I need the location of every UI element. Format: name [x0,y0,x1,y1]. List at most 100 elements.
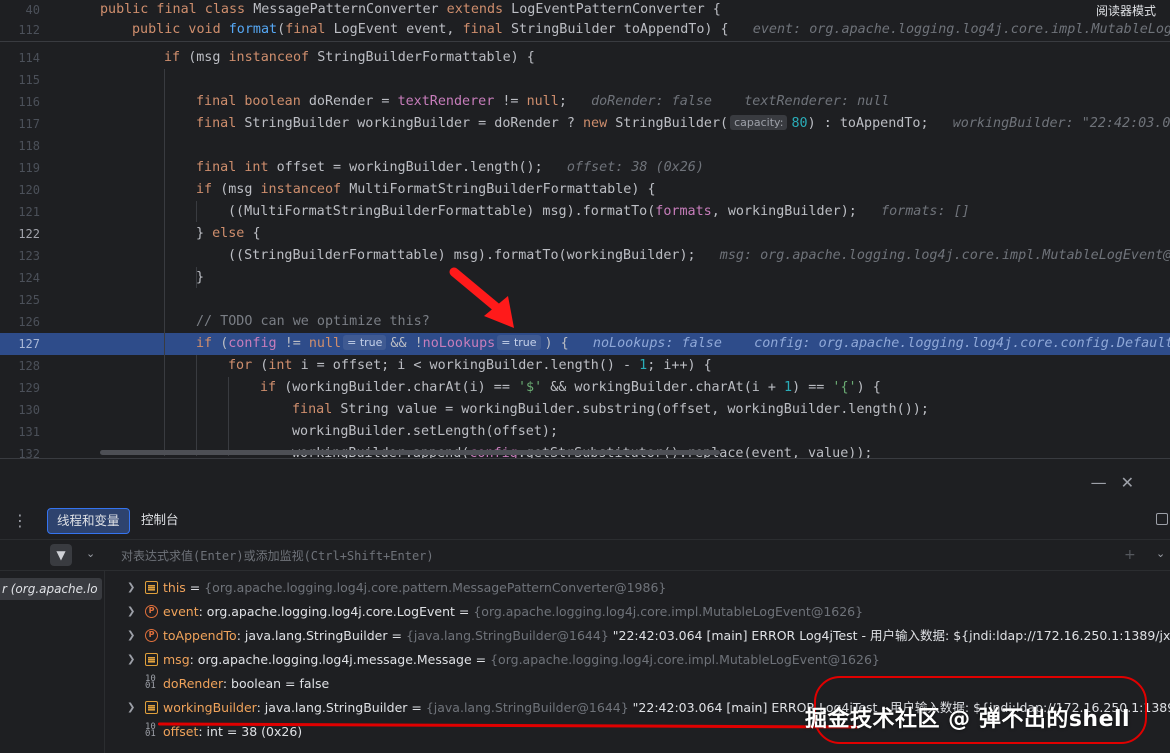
tab-console[interactable]: 控制台 [132,508,188,534]
code-token: else [212,226,253,241]
line-number[interactable]: 114 [0,47,40,69]
code-token: textRenderer [397,94,503,109]
code-text: } [196,267,204,289]
code-text: if (msg instanceof StringBuilderFormatta… [164,47,535,69]
line-number[interactable]: 117 [0,113,40,135]
horizontal-scrollbar[interactable] [100,450,720,455]
code-line[interactable]: 130 final String value = workingBuilder.s… [0,399,1170,421]
line-number[interactable]: 127 [0,333,40,355]
code-line[interactable]: 128 for (int i = offset; i < workingBuild… [0,355,1170,377]
line-number[interactable]: 130 [0,399,40,421]
line-number[interactable]: 122 [0,223,40,245]
variable-type: : int [198,724,223,739]
code-token: ) { [856,380,881,395]
variable-row-event[interactable]: ❯ Pevent: org.apache.logging.log4j.core.L… [105,600,1170,624]
code-token: StringBuilder( [615,116,729,131]
code-line[interactable]: 40 public final class MessagePatternConve… [0,0,1170,20]
code-token: != [284,336,309,351]
code-line[interactable]: 117 final StringBuilder workingBuilder = … [0,113,1170,135]
object-reference: {java.lang.StringBuilder@1644} [425,700,633,715]
reader-mode-toggle[interactable]: 阅读器模式 [1096,2,1156,19]
line-number[interactable]: 128 [0,355,40,377]
line-number[interactable]: 116 [0,91,40,113]
code-editor[interactable]: 阅读器模式 40 public final class MessagePatter… [0,0,1170,458]
selected-stack-frame[interactable]: r (org.apache.lo [0,578,102,600]
code-line[interactable]: 119 final int offset = workingBuilder.len… [0,157,1170,179]
line-number[interactable]: 119 [0,157,40,179]
code-token: formats [655,204,712,219]
line-number[interactable]: 112 [0,20,40,40]
code-line[interactable]: 125 [0,289,1170,311]
line-number[interactable]: 118 [0,135,40,157]
layout-icon[interactable] [1156,513,1168,525]
add-watch-icon[interactable]: + [1124,547,1136,563]
line-number[interactable]: 124 [0,267,40,289]
code-token: (workingBuilder.charAt(i) == [284,380,518,395]
code-text: workingBuilder.setLength(offset); [292,421,558,443]
expand-chevron-icon[interactable]: ❯ [127,576,135,600]
line-number[interactable]: 40 [0,0,40,20]
code-line[interactable]: 116 final boolean doRender = textRenderer… [0,91,1170,113]
line-number[interactable]: 121 [0,201,40,223]
line-number[interactable]: 131 [0,421,40,443]
tab-threads-variables[interactable]: 线程和变量 [47,508,130,534]
code-token: final [462,22,511,37]
code-line[interactable]: 124} [0,267,1170,289]
field-icon [145,701,158,714]
code-line[interactable]: 123 ((StringBuilderFormattable) msg).form… [0,245,1170,267]
code-line[interactable]: 131 workingBuilder.setLength(offset); [0,421,1170,443]
expand-chevron-icon[interactable]: ❯ [127,696,135,720]
code-line[interactable]: 129 if (workingBuilder.charAt(i) == '$' &… [0,377,1170,399]
code-token: && ! [390,336,423,351]
code-line[interactable]: 118 [0,135,1170,157]
watermark: 掘金技术社区 @ 弹不出的shell [805,707,1131,732]
inlay-hint: = true [497,335,541,350]
code-line[interactable]: 120 if (msg instanceof MultiFormatStringB… [0,179,1170,201]
code-line-execution-point[interactable]: 127 if (config != null = true && !noLookups… [0,333,1170,355]
evaluate-expression-input[interactable] [112,544,1112,568]
variable-row-msg[interactable]: ❯ msg: org.apache.logging.log4j.message.M… [105,648,1170,672]
equals-sign: = [185,580,205,595]
variable-value: false [299,676,330,691]
chevron-down-icon[interactable]: ⌄ [1156,547,1165,560]
debug-value-hint: doRender: false textRenderer: null [591,94,890,109]
line-number[interactable]: 120 [0,179,40,201]
expand-chevron-icon[interactable]: ❯ [127,600,135,624]
code-line[interactable]: 114 if (msg instanceof StringBuilderForma… [0,47,1170,69]
code-token: LogEventPatternConverter { [511,2,721,17]
code-line[interactable]: 115 [0,69,1170,91]
more-options-icon[interactable]: ⋮ [12,511,28,530]
variable-value: 38 (0x26) [241,724,303,739]
object-reference: {org.apache.logging.log4j.core.impl.Muta… [490,652,880,667]
code-line[interactable]: 126 // TODO can we optimize this? [0,311,1170,333]
variable-row-this[interactable]: ❯ this = {org.apache.logging.log4j.core.p… [105,576,1170,600]
line-number[interactable]: 125 [0,289,40,311]
variable-text: event: org.apache.logging.log4j.core.Log… [163,600,863,624]
line-number[interactable]: 129 [0,377,40,399]
equals-sign: = [222,724,242,739]
close-icon[interactable]: ✕ [1121,473,1148,492]
panel-window-controls[interactable]: —✕ [1091,473,1148,492]
code-line[interactable]: 122} else { [0,223,1170,245]
line-number[interactable]: 132 [0,443,40,458]
filter-icon[interactable]: ▼ [50,544,72,566]
code-line[interactable]: 112 public void format(final LogEvent eve… [0,20,1170,42]
expand-chevron-icon[interactable]: ❯ [127,648,135,672]
chevron-down-icon[interactable]: ⌄ [86,547,95,560]
code-line[interactable]: 121 ((MultiFormatStringBuilderFormattable… [0,201,1170,223]
expand-chevron-icon[interactable]: ❯ [127,624,135,648]
variable-type: : java.lang.StringBuilder [256,700,408,715]
line-number[interactable]: 126 [0,311,40,333]
code-token: noLookups [422,336,496,351]
code-token: LogEvent event, [333,22,463,37]
line-number[interactable]: 115 [0,69,40,91]
code-token: doRender = [308,94,398,109]
code-token: ; i++) { [647,358,712,373]
minimize-icon[interactable]: — [1091,473,1121,492]
code-token: new [582,116,616,131]
code-token: ) { [544,336,593,351]
line-number[interactable]: 123 [0,245,40,267]
code-token: ) : toAppendTo; [807,116,953,131]
debug-tabs: ⋮ 线程和变量 控制台 [0,505,1170,537]
variable-row-toAppendTo[interactable]: ❯ PtoAppendTo: java.lang.StringBuilder = … [105,624,1170,648]
